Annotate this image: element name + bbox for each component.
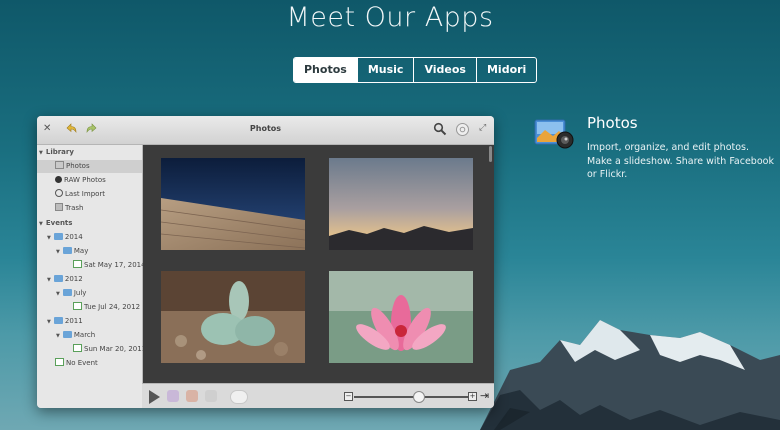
- expand-triangle-icon: ▼: [39, 221, 43, 227]
- sidebar-event-day[interactable]: Tue Jul 24, 2012: [73, 301, 140, 314]
- sunset-mountains-photo[interactable]: [329, 158, 473, 250]
- window-title: Photos: [249, 124, 282, 133]
- sidebar-event-year[interactable]: ▼ 2014: [47, 231, 83, 244]
- expand-triangle-icon: ▼: [47, 235, 51, 241]
- calendar-icon: [73, 260, 82, 268]
- photo-grid: [143, 145, 488, 383]
- folder-icon: [53, 275, 63, 282]
- tab-videos[interactable]: Videos: [413, 58, 476, 82]
- page-title: Meet Our Apps: [286, 2, 494, 33]
- sidebar-item-raw-photos[interactable]: RAW Photos: [55, 174, 106, 187]
- enhance-icon[interactable]: [167, 390, 179, 402]
- clock-icon: [55, 189, 63, 197]
- ocean-dock-photo[interactable]: [161, 158, 305, 250]
- tab-photos[interactable]: Photos: [294, 58, 357, 82]
- app-description: Import, organize, and edit photos. Make …: [587, 142, 774, 180]
- expand-triangle-icon: ▼: [47, 277, 51, 283]
- photos-icon: [55, 161, 64, 169]
- zoom-in-icon[interactable]: +: [468, 392, 477, 401]
- publish-icon[interactable]: [205, 390, 217, 402]
- folder-icon: [62, 331, 72, 338]
- calendar-icon: [55, 358, 64, 366]
- search-icon[interactable]: [433, 122, 447, 136]
- sidebar-event-month[interactable]: ▼ March: [56, 329, 95, 342]
- play-icon[interactable]: [149, 390, 160, 404]
- rotate-icon[interactable]: [186, 390, 198, 402]
- folder-icon: [53, 233, 63, 240]
- sidebar-event-month[interactable]: ▼ July: [56, 287, 86, 300]
- calendar-icon: [73, 344, 82, 352]
- photos-app-icon: [534, 119, 574, 149]
- raw-photos-icon: [55, 176, 62, 183]
- exit-fullscreen-icon[interactable]: ⇥: [480, 389, 489, 402]
- zoom-out-icon[interactable]: −: [344, 392, 353, 401]
- succulent-photo[interactable]: [161, 271, 305, 363]
- folder-icon: [62, 289, 72, 296]
- expand-triangle-icon: ▼: [56, 249, 60, 255]
- sidebar-event-day[interactable]: Sun Mar 20, 2011: [73, 343, 146, 356]
- pink-lotus-photo[interactable]: [329, 271, 473, 363]
- app-name: Photos: [587, 114, 638, 132]
- tab-music[interactable]: Music: [356, 58, 414, 82]
- expand-triangle-icon: ▼: [39, 150, 43, 156]
- window-titlebar: ✕ Photos ⤢: [37, 116, 494, 145]
- sidebar-event-day[interactable]: Sat May 17, 2014: [73, 259, 146, 272]
- photos-window: ✕ Photos ⤢ ▼ Library Photos RAW Photos La…: [37, 116, 494, 408]
- sidebar-item-photos[interactable]: Photos: [37, 160, 142, 173]
- sidebar-header-events[interactable]: ▼ Events: [39, 217, 72, 230]
- expand-triangle-icon: ▼: [56, 291, 60, 297]
- sidebar-item-last-import[interactable]: Last Import: [55, 188, 105, 201]
- sidebar-header-library[interactable]: ▼ Library: [39, 146, 74, 159]
- sidebar: ▼ Library Photos RAW Photos Last Import T…: [37, 145, 146, 408]
- bottom-toolbar: − + ⇥: [142, 383, 494, 408]
- fullscreen-icon[interactable]: ⤢: [479, 123, 486, 133]
- app-tabs: Photos Music Videos Midori: [293, 57, 538, 83]
- cloud-icon[interactable]: [230, 390, 248, 404]
- calendar-icon: [73, 302, 82, 310]
- photo-grid-scrollbar[interactable]: [488, 145, 494, 383]
- trash-icon: [55, 203, 63, 211]
- zoom-slider-handle[interactable]: [413, 391, 425, 403]
- zoom-slider[interactable]: [354, 396, 469, 398]
- expand-triangle-icon: ▼: [56, 333, 60, 339]
- expand-triangle-icon: ▼: [47, 319, 51, 325]
- gear-icon[interactable]: [455, 122, 470, 137]
- folder-icon: [53, 317, 63, 324]
- sidebar-event-year[interactable]: ▼ 2012: [47, 273, 83, 286]
- sidebar-event-month[interactable]: ▼ May: [56, 245, 88, 258]
- tab-midori[interactable]: Midori: [475, 58, 536, 82]
- scrollbar-thumb[interactable]: [489, 146, 492, 162]
- sidebar-item-no-event[interactable]: No Event: [55, 357, 98, 370]
- sidebar-item-trash[interactable]: Trash: [55, 202, 84, 215]
- folder-icon: [62, 247, 72, 254]
- sidebar-event-year[interactable]: ▼ 2011: [47, 315, 83, 328]
